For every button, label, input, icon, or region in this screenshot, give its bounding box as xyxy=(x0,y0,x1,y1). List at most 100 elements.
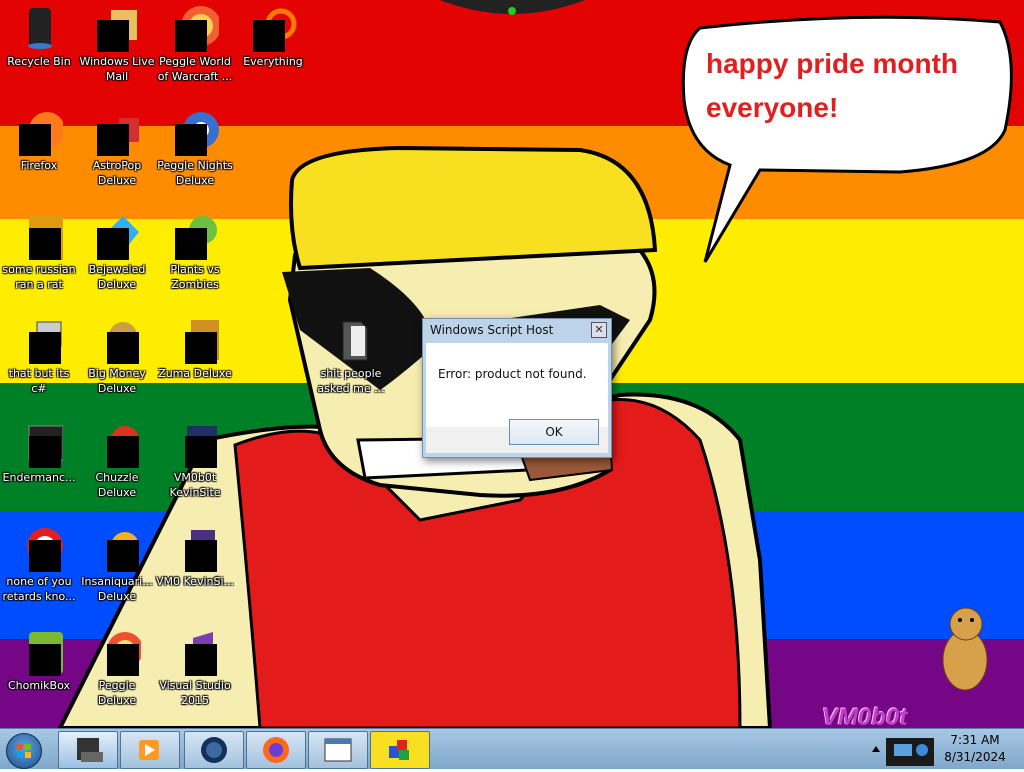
clock-time[interactable]: 7:31 AM xyxy=(950,733,1000,747)
insaniquarium-icon xyxy=(93,524,141,572)
taskbar-media-player-button[interactable] xyxy=(120,731,180,769)
desktop-icon-firefox[interactable]: Firefox xyxy=(0,108,78,173)
mail-icon xyxy=(93,4,141,52)
desktop-icon-russian-rat[interactable]: e some russian ran a rat xyxy=(0,212,78,292)
desktop-icon-none-of-you[interactable]: none of you retards kno... xyxy=(0,524,78,604)
icon-label: Big Money Deluxe xyxy=(88,367,146,395)
astropop-icon xyxy=(93,108,141,156)
censor-box xyxy=(107,436,139,468)
taskbar-window-button[interactable] xyxy=(308,731,368,769)
censor-box xyxy=(29,228,61,260)
desktop-icon-chuzzle[interactable]: Chuzzle Deluxe xyxy=(78,420,156,500)
tray-icons xyxy=(872,738,934,766)
desktop-icon-astropop[interactable]: AstroPop Deluxe xyxy=(78,108,156,188)
desktop-icon-chomikbox[interactable]: ChomikBox xyxy=(0,628,78,693)
icon-label: Bejeweled Deluxe xyxy=(88,263,146,291)
dialog-title: Windows Script Host xyxy=(430,323,554,337)
censor-box xyxy=(29,644,61,676)
desktop-icon-big-money[interactable]: Big Money Deluxe xyxy=(78,316,156,396)
chuzzle-icon xyxy=(93,420,141,468)
icon-label: Peggle World of Warcraft ... xyxy=(157,55,233,83)
desktop-icon-plants-vs-zombies[interactable]: Plants vs Zombies xyxy=(156,212,234,292)
explorer-icon xyxy=(77,738,103,762)
dialog-titlebar[interactable]: Windows Script Host ✕ xyxy=(423,319,611,341)
desktop-icon-peggle-wow[interactable]: Peggle World of Warcraft ... xyxy=(156,4,234,84)
censor-box xyxy=(107,644,139,676)
zuma-icon xyxy=(171,316,219,364)
icon-label: that but its c# xyxy=(8,367,70,395)
show-hidden-icons-icon xyxy=(872,746,880,752)
close-icon[interactable]: ✕ xyxy=(591,322,607,338)
icon-label: shit people asked me ... xyxy=(317,367,385,395)
desktop-icon-that-but-csharp[interactable]: that but its c# xyxy=(0,316,78,396)
icon-label: Peggle Nights Deluxe xyxy=(157,159,233,187)
taskbar-paint-button[interactable] xyxy=(370,731,430,769)
desktop-icon-insaniquarium[interactable]: Insaniquari... Deluxe xyxy=(78,524,156,604)
peggle-icon xyxy=(93,628,143,676)
icon-label: Everything xyxy=(243,55,303,68)
censor-box xyxy=(175,124,207,156)
folder-icon xyxy=(327,316,375,364)
desktop-icon-vm0b0t-kevinsite[interactable]: VM0b0t KevinSite xyxy=(156,420,234,500)
recycle-bin-icon xyxy=(15,4,63,52)
speech-bubble-text: happy pride month everyone! xyxy=(706,42,958,130)
desktop-icon-peggle-nights[interactable]: Peggle Nights Deluxe xyxy=(156,108,234,188)
desktop-icon-peggle-deluxe[interactable]: Peggle Deluxe xyxy=(78,628,156,708)
censor-box xyxy=(253,20,285,52)
bejeweled-icon xyxy=(93,212,141,260)
icon-label: none of you retards kno... xyxy=(2,575,76,603)
icon-label: Visual Studio 2015 xyxy=(159,679,231,707)
taskbar-explorer-button[interactable] xyxy=(58,731,118,769)
icon-label: Insaniquari... Deluxe xyxy=(81,575,153,603)
desktop-icon-visual-studio[interactable]: Visual Studio 2015 xyxy=(156,628,234,708)
censor-box xyxy=(185,540,217,572)
dialog-message: Error: product not found. xyxy=(438,367,587,381)
firefox-icon xyxy=(15,108,65,156)
money-bag-icon xyxy=(93,316,141,364)
desktop-icon-bejeweled[interactable]: Bejeweled Deluxe xyxy=(78,212,156,292)
peggle-icon xyxy=(171,4,221,52)
desktop-icon-windows-live-mail[interactable]: Windows Live Mail xyxy=(78,4,156,84)
desktop-icon-vm0-kevinsite[interactable]: VM0 KevinSi... xyxy=(156,524,234,589)
speech-bubble-line1: happy pride month xyxy=(706,48,958,79)
desktop-icon-shit-people-asked[interactable]: shit people asked me ... xyxy=(312,316,390,396)
window-icon xyxy=(324,738,352,762)
file-icon xyxy=(171,524,219,572)
dialog-body: Error: product not found. xyxy=(426,343,608,427)
desktop-icon-endermanch[interactable]: Endermanc... xyxy=(0,420,78,485)
censor-box xyxy=(97,20,129,52)
globe-icon xyxy=(201,737,227,763)
taskbar xyxy=(0,728,1024,769)
icon-label: Zuma Deluxe xyxy=(158,367,232,380)
censor-box xyxy=(185,332,217,364)
search-icon xyxy=(249,4,297,52)
censor-box xyxy=(19,124,51,156)
icon-label: VM0b0t KevinSite xyxy=(169,471,221,499)
media-player-icon xyxy=(139,740,159,760)
censor-box xyxy=(29,436,61,468)
speech-bubble-line2: everyone! xyxy=(706,92,839,123)
clock-date[interactable]: 8/31/2024 xyxy=(940,750,1010,764)
start-button[interactable] xyxy=(6,733,42,769)
taskbar-firefox-button[interactable] xyxy=(246,731,306,769)
icon-label: Windows Live Mail xyxy=(79,55,155,83)
censor-box xyxy=(185,436,217,468)
desktop: happy pride month everyone! Recycle Bin … xyxy=(0,0,1024,728)
shortcut-icon xyxy=(15,316,63,364)
taskbar-globe-button[interactable] xyxy=(184,731,244,769)
firefox-icon xyxy=(263,737,289,763)
desktop-icon-zuma[interactable]: Zuma Deluxe xyxy=(156,316,234,381)
visual-studio-icon xyxy=(171,628,219,676)
ok-button[interactable]: OK xyxy=(509,419,599,445)
icon-label: Recycle Bin xyxy=(7,55,71,68)
windows-logo-icon xyxy=(17,744,31,758)
icon-label: Chuzzle Deluxe xyxy=(95,471,139,499)
app-icon: e xyxy=(15,212,63,260)
desktop-icon-everything[interactable]: Everything xyxy=(234,4,312,69)
paint-icon xyxy=(389,740,409,760)
desktop-icon-recycle-bin[interactable]: Recycle Bin xyxy=(0,4,78,69)
censor-box xyxy=(97,228,129,260)
pvz-icon xyxy=(171,212,219,260)
censor-box xyxy=(97,124,129,156)
error-dialog: Windows Script Host ✕ Error: product not… xyxy=(422,318,612,458)
